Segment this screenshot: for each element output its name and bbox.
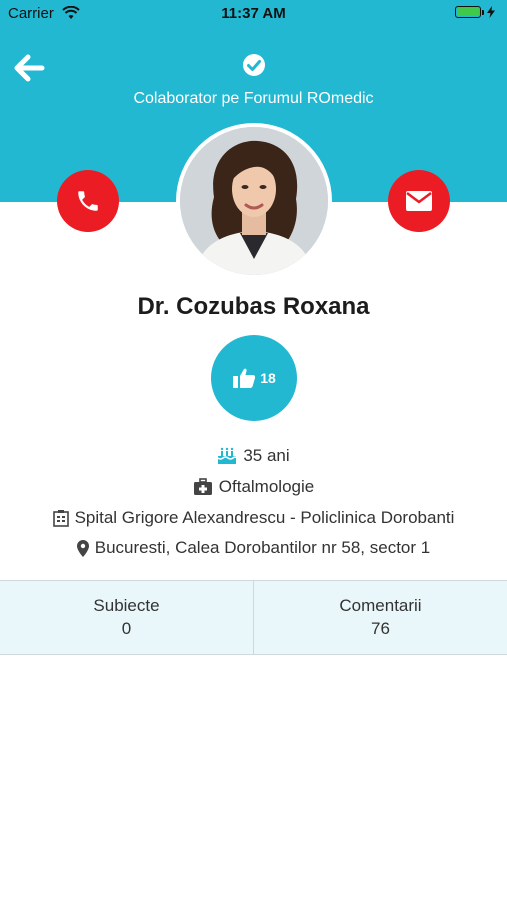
email-button[interactable] bbox=[388, 170, 450, 232]
avatar bbox=[176, 123, 332, 279]
stat-subjects[interactable]: Subiecte 0 bbox=[0, 581, 253, 654]
stat-comments[interactable]: Comentarii 76 bbox=[253, 581, 507, 654]
clock: 11:37 AM bbox=[221, 5, 286, 22]
like-button[interactable]: 18 bbox=[211, 335, 297, 421]
address-row: Bucuresti, Calea Dorobantilor nr 58, sec… bbox=[0, 538, 507, 558]
stat-value: 0 bbox=[121, 619, 132, 638]
status-bar: Carrier 11:37 AM bbox=[0, 0, 507, 28]
arrow-left-icon bbox=[14, 54, 45, 82]
stat-label: Comentarii bbox=[339, 596, 422, 615]
stat-value: 76 bbox=[371, 619, 390, 638]
hospital-label: Spital Grigore Alexandrescu - Policlinic… bbox=[74, 508, 455, 527]
collaborator-label: Colaborator pe Forumul ROmedic bbox=[133, 90, 374, 107]
birthday-cake-icon bbox=[217, 447, 238, 464]
stat-label: Subiecte bbox=[93, 596, 160, 615]
doctor-name: Dr. Cozubas Roxana bbox=[137, 293, 370, 320]
battery-icon bbox=[455, 6, 495, 18]
like-count: 18 bbox=[260, 370, 276, 386]
profile-photo bbox=[180, 127, 328, 275]
medkit-icon bbox=[193, 478, 212, 495]
back-button[interactable] bbox=[14, 52, 46, 84]
hospital-row: Spital Grigore Alexandrescu - Policlinic… bbox=[0, 508, 507, 528]
address-label: Bucuresti, Calea Dorobantilor nr 58, sec… bbox=[94, 538, 431, 557]
thumbs-up-icon bbox=[233, 368, 256, 388]
specialty-row: Oftalmologie bbox=[0, 477, 507, 497]
age-row: 35 ani bbox=[0, 446, 507, 466]
map-marker-icon bbox=[76, 539, 89, 557]
stats-bar: Subiecte 0 Comentarii 76 bbox=[0, 580, 507, 655]
specialty-label: Oftalmologie bbox=[218, 477, 315, 496]
call-button[interactable] bbox=[57, 170, 119, 232]
phone-icon bbox=[78, 191, 98, 211]
hospital-icon bbox=[52, 510, 69, 527]
envelope-icon bbox=[406, 191, 432, 211]
age-label: 35 ani bbox=[243, 446, 290, 465]
check-circle-icon bbox=[242, 53, 266, 77]
